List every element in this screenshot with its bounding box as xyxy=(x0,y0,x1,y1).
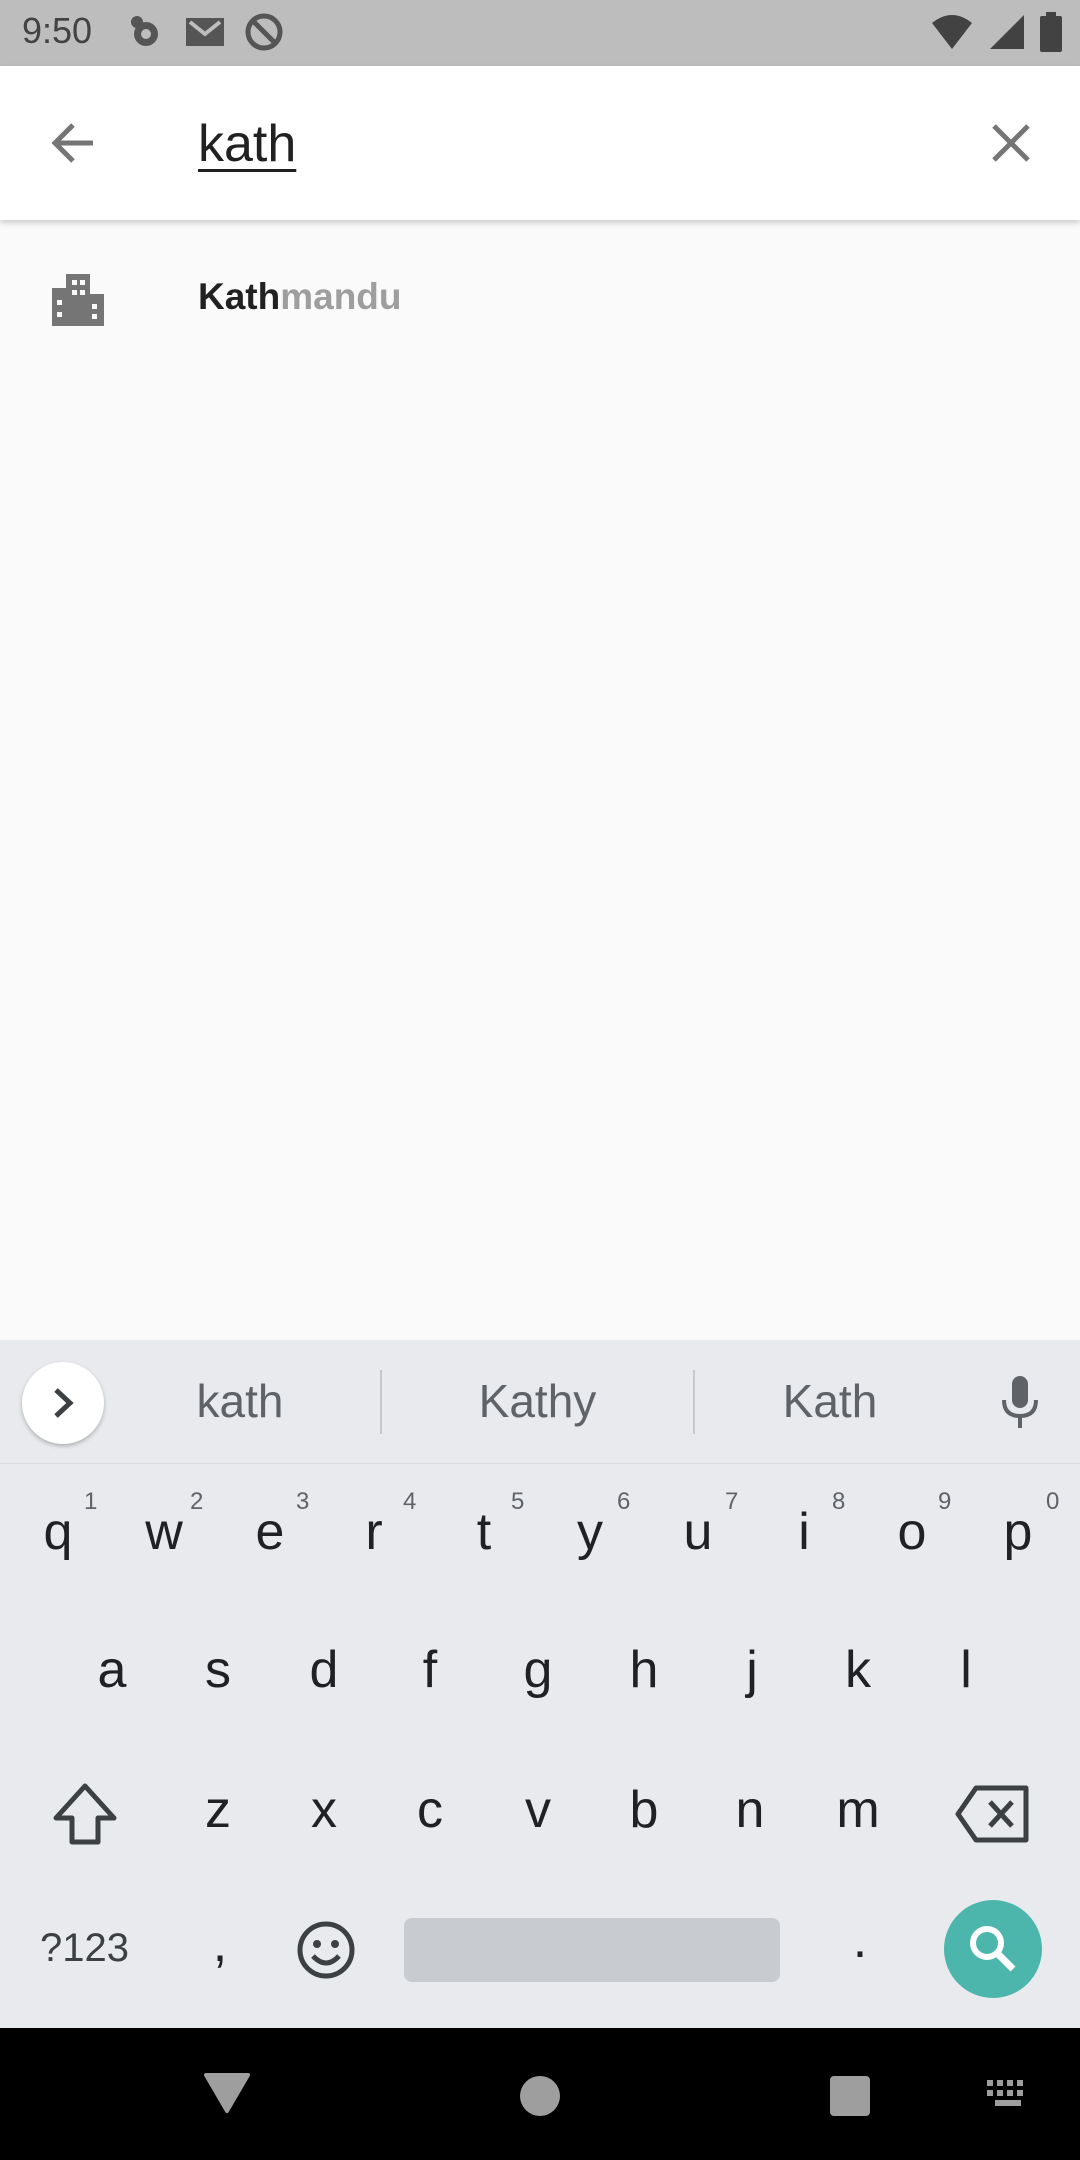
shift-key[interactable] xyxy=(50,1780,120,1850)
word-suggestion-strip: kath Kathy Kath xyxy=(0,1340,1080,1464)
key-z[interactable]: z xyxy=(168,1780,268,1840)
key-hint: 9 xyxy=(938,1488,952,1515)
clear-button[interactable] xyxy=(978,110,1044,176)
key-hint: 1 xyxy=(84,1488,98,1515)
nav-back-button[interactable] xyxy=(196,2064,258,2120)
search-bar xyxy=(0,66,1080,220)
search-icon xyxy=(970,1926,1016,1972)
key-h[interactable]: h xyxy=(594,1640,694,1700)
key-n[interactable]: n xyxy=(700,1780,800,1840)
key-hint: 2 xyxy=(190,1488,204,1515)
home-circle-icon xyxy=(520,2076,560,2116)
emoji-smiley-icon xyxy=(297,1921,355,1979)
shift-arrow-icon xyxy=(53,1783,117,1845)
keyboard-switch-icon xyxy=(987,2080,1023,2106)
emoji-key[interactable] xyxy=(296,1920,356,1980)
comma-key[interactable]: , xyxy=(170,1914,270,1974)
signal-icon xyxy=(990,15,1024,49)
keyboard-expand-button[interactable] xyxy=(22,1362,104,1444)
key-d[interactable]: d xyxy=(274,1640,374,1700)
key-s[interactable]: s xyxy=(168,1640,268,1700)
space-key[interactable] xyxy=(404,1918,780,1982)
status-bar: 9:50 xyxy=(0,0,1080,66)
key-f[interactable]: f xyxy=(380,1640,480,1700)
backspace-icon xyxy=(955,1785,1029,1843)
period-key[interactable]: . xyxy=(810,1910,910,1970)
back-button[interactable] xyxy=(40,110,106,176)
key-a[interactable]: a xyxy=(62,1640,162,1700)
keyboard: kath Kathy Kath q 1 w 2 e 3 r 4 t 5 y 6 … xyxy=(0,1340,1080,2028)
search-input[interactable] xyxy=(198,106,958,182)
key-hint: 3 xyxy=(296,1488,310,1515)
key-hint: 6 xyxy=(617,1488,631,1515)
symbols-key[interactable]: ?123 xyxy=(40,1926,129,1971)
word-separator xyxy=(380,1370,382,1434)
backspace-key[interactable] xyxy=(954,1784,1030,1844)
key-hint: 8 xyxy=(832,1488,846,1515)
close-icon xyxy=(992,124,1030,162)
suggestion-label: Kathmandu xyxy=(198,276,402,318)
key-c[interactable]: c xyxy=(380,1780,480,1840)
key-b[interactable]: b xyxy=(594,1780,694,1840)
key-hint: 7 xyxy=(725,1488,739,1515)
microphone-icon xyxy=(1002,1376,1038,1428)
key-m[interactable]: m xyxy=(808,1780,908,1840)
battery-icon xyxy=(1040,12,1062,52)
keyboard-switch-button[interactable] xyxy=(980,2072,1036,2116)
key-v[interactable]: v xyxy=(488,1780,588,1840)
key-x[interactable]: x xyxy=(274,1780,374,1840)
key-l[interactable]: l xyxy=(916,1640,1016,1700)
nav-recents-button[interactable] xyxy=(822,2068,878,2124)
word-separator xyxy=(693,1370,695,1434)
key-hint: 0 xyxy=(1046,1488,1060,1515)
back-triangle-icon xyxy=(204,2073,250,2113)
word-suggestion-3[interactable]: Kath xyxy=(760,1374,900,1428)
nav-home-button[interactable] xyxy=(512,2068,568,2124)
gmail-icon xyxy=(186,18,224,46)
navigation-bar xyxy=(0,2028,1080,2160)
voice-input-button[interactable] xyxy=(990,1370,1050,1434)
status-time: 9:50 xyxy=(22,10,93,51)
key-g[interactable]: g xyxy=(488,1640,588,1700)
city-building-icon xyxy=(52,274,104,326)
settings-notification-icon xyxy=(131,16,158,46)
wifi-icon xyxy=(932,15,972,49)
search-action-key[interactable] xyxy=(944,1900,1042,1998)
arrow-back-icon xyxy=(51,123,93,163)
word-suggestion-1[interactable]: kath xyxy=(170,1374,310,1428)
suggestion-item-kathmandu[interactable]: Kathmandu xyxy=(0,232,1080,362)
recents-square-icon xyxy=(830,2076,870,2116)
chevron-right-icon xyxy=(54,1388,74,1418)
sync-icon xyxy=(245,13,283,51)
key-k[interactable]: k xyxy=(808,1640,908,1700)
word-suggestion-2[interactable]: Kathy xyxy=(455,1374,620,1428)
key-hint: 5 xyxy=(511,1488,525,1515)
key-j[interactable]: j xyxy=(702,1640,802,1700)
status-icons-right xyxy=(930,12,1062,52)
status-icons-left xyxy=(126,12,284,52)
suggestion-rest-text: mandu xyxy=(280,276,402,317)
suggestion-match-text: Kath xyxy=(198,276,281,317)
key-hint: 4 xyxy=(403,1488,417,1515)
